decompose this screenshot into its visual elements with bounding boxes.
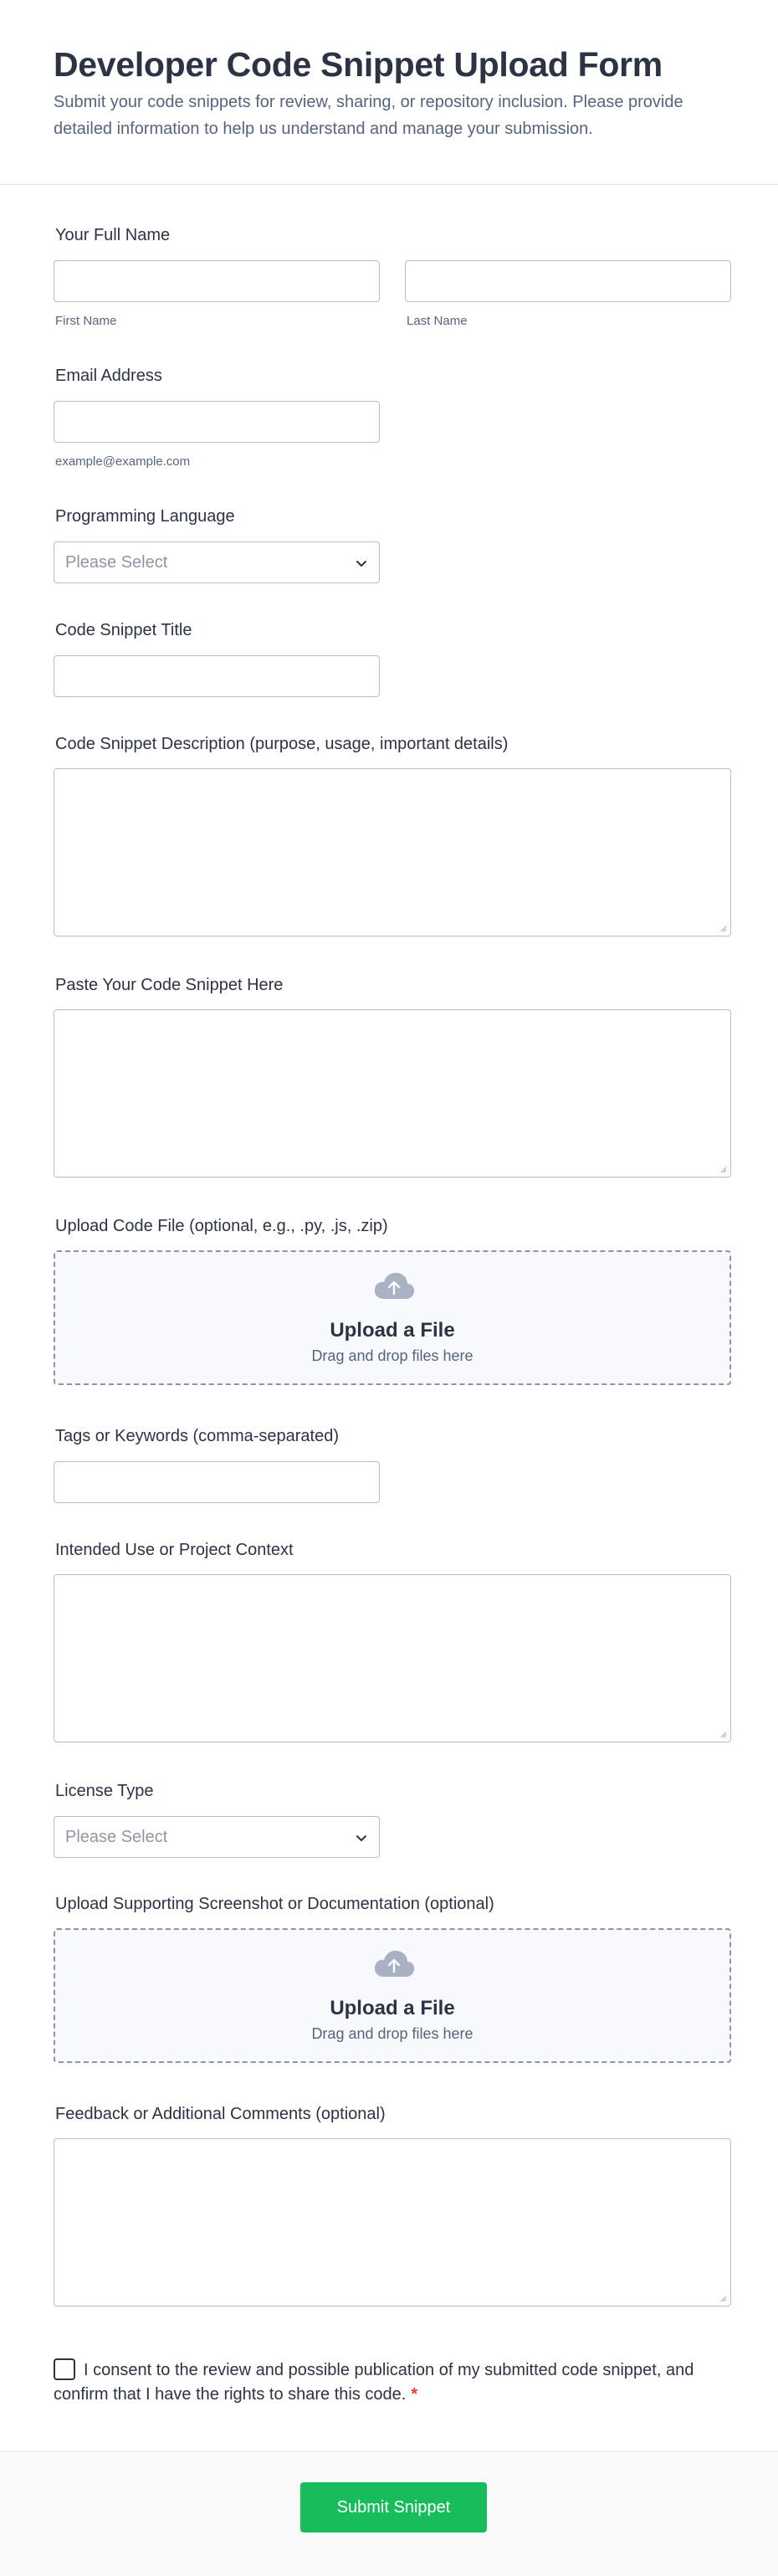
license-select-value: Please Select xyxy=(65,1827,168,1846)
code-label: Paste Your Code Snippet Here xyxy=(55,976,284,994)
supporting-dropzone[interactable]: Upload a File Drag and drop files here xyxy=(54,1928,731,2063)
description-field: Code Snippet Description (purpose, usage… xyxy=(54,733,731,936)
code-file-label: Upload Code File (optional, e.g., .py, .… xyxy=(55,1217,388,1235)
tags-label: Tags or Keywords (comma-separated) xyxy=(55,1427,340,1445)
form-description: Submit your code snippets for review, sh… xyxy=(54,93,683,138)
code-textarea[interactable] xyxy=(54,1009,731,1178)
required-marker: * xyxy=(411,2385,418,2404)
code-file-dropzone[interactable]: Upload a File Drag and drop files here xyxy=(54,1250,731,1385)
form-page: Developer Code Snippet Upload Form Submi… xyxy=(0,0,778,2576)
license-field: License Type Please Select xyxy=(54,1780,380,1858)
intended-use-label: Intended Use or Project Context xyxy=(55,1541,294,1559)
feedback-label: Feedback or Additional Comments (optiona… xyxy=(55,2105,386,2123)
feedback-textarea[interactable] xyxy=(54,2138,731,2307)
intended-use-field: Intended Use or Project Context xyxy=(54,1539,731,1742)
code-file-field: Upload Code File (optional, e.g., .py, .… xyxy=(54,1215,731,1385)
code-field: Paste Your Code Snippet Here xyxy=(54,974,731,1178)
language-label: Programming Language xyxy=(55,507,235,526)
submit-button[interactable]: Submit Snippet xyxy=(300,2482,487,2532)
snippet-title-input[interactable] xyxy=(54,655,380,697)
supporting-upload-title: Upload a File xyxy=(330,1997,455,2019)
last-name-input[interactable] xyxy=(405,260,731,302)
last-name-sublabel: Last Name xyxy=(407,314,468,328)
snippet-title-label: Code Snippet Title xyxy=(55,621,192,639)
license-label: License Type xyxy=(55,1782,154,1800)
full-name-field: Your Full Name xyxy=(54,224,170,246)
consent-checkbox[interactable] xyxy=(54,2358,75,2380)
language-field: Programming Language Please Select xyxy=(54,505,380,583)
email-field: Email Address example@example.com xyxy=(54,365,380,469)
email-label: Email Address xyxy=(55,367,162,385)
resize-grip-icon[interactable] xyxy=(719,2294,727,2302)
description-label: Code Snippet Description (purpose, usage… xyxy=(55,735,509,753)
description-textarea[interactable] xyxy=(54,768,731,936)
supporting-label: Upload Supporting Screenshot or Document… xyxy=(55,1895,494,1913)
language-select-value: Please Select xyxy=(65,552,168,572)
cloud-upload-icon xyxy=(374,1272,415,1299)
tags-field: Tags or Keywords (comma-separated) xyxy=(54,1425,380,1503)
code-file-upload-hint: Drag and drop files here xyxy=(311,1347,473,1364)
chevron-down-icon xyxy=(356,1835,366,1841)
first-name-input[interactable] xyxy=(54,260,380,302)
first-name-sublabel: First Name xyxy=(55,314,117,328)
form-footer: Submit Snippet xyxy=(0,2451,778,2576)
chevron-down-icon xyxy=(356,561,366,567)
last-name-group: Last Name xyxy=(405,260,731,328)
form-title: Developer Code Snippet Upload Form xyxy=(54,45,663,84)
consent-field: I consent to the review and possible pub… xyxy=(54,2358,723,2407)
language-select[interactable]: Please Select xyxy=(54,541,380,583)
resize-grip-icon[interactable] xyxy=(719,1165,727,1173)
email-input[interactable] xyxy=(54,401,380,443)
first-name-group: First Name xyxy=(54,260,380,328)
email-sublabel: example@example.com xyxy=(55,454,191,469)
form-header: Developer Code Snippet Upload Form Submi… xyxy=(0,0,778,185)
cloud-upload-icon xyxy=(374,1950,415,1977)
supporting-upload-hint: Drag and drop files here xyxy=(311,2025,473,2042)
consent-text: I consent to the review and possible pub… xyxy=(54,2361,694,2404)
feedback-field: Feedback or Additional Comments (optiona… xyxy=(54,2103,731,2307)
tags-input[interactable] xyxy=(54,1461,380,1503)
snippet-title-field: Code Snippet Title xyxy=(54,619,380,697)
license-select[interactable]: Please Select xyxy=(54,1816,380,1858)
resize-grip-icon[interactable] xyxy=(719,924,727,932)
supporting-field: Upload Supporting Screenshot or Document… xyxy=(54,1893,731,2063)
resize-grip-icon[interactable] xyxy=(719,1730,727,1738)
full-name-label: Your Full Name xyxy=(55,226,171,244)
code-file-upload-title: Upload a File xyxy=(330,1319,455,1342)
intended-use-textarea[interactable] xyxy=(54,1574,731,1742)
